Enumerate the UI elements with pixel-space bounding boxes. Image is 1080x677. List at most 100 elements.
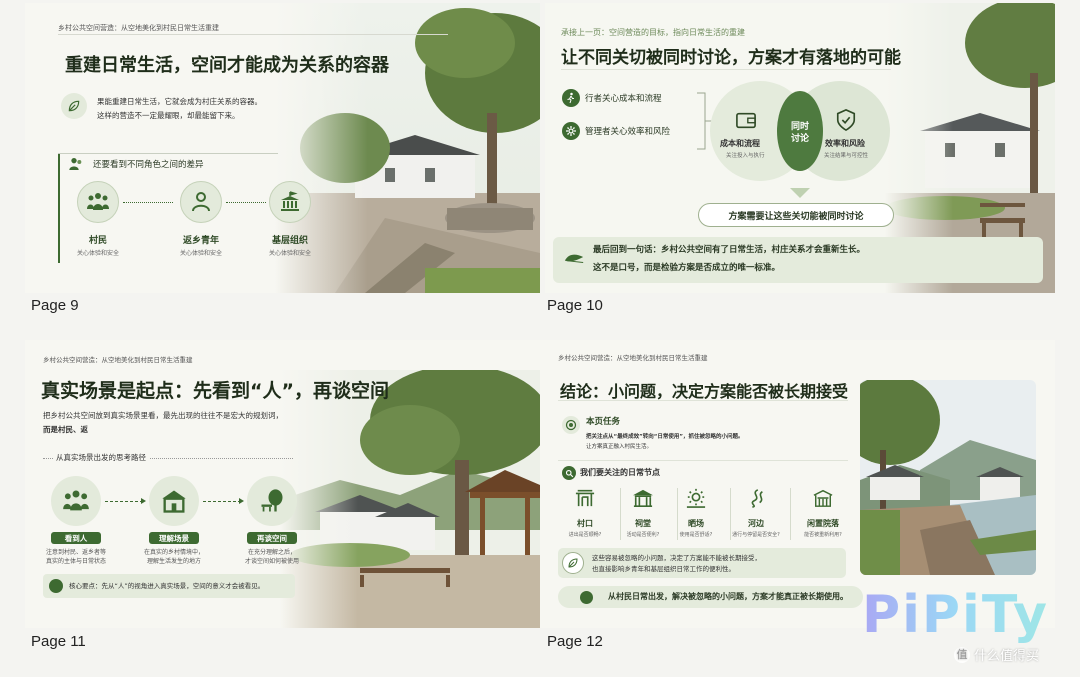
site-logo-icon: 值 — [954, 646, 970, 663]
arrow-connector — [203, 501, 241, 502]
step-desc: 在真实的乡村情境中， 理解生活发生的地方 — [135, 548, 213, 566]
search-icon — [562, 466, 576, 480]
divider — [58, 153, 278, 154]
role-name: 村民 — [88, 236, 107, 246]
task-line-2: 让方案真正融入村民生活。 — [586, 444, 653, 450]
venn-left-sub: 关注投入与执行 — [726, 153, 765, 159]
conclusion-text: 方案需要让这些关切能被同时讨论 — [728, 211, 864, 222]
node-desc: 通行与停留是否安全? — [732, 532, 780, 538]
wallet-icon — [736, 112, 756, 129]
site-watermark: 值 什么值得买 — [954, 645, 1039, 664]
node-name: 祠堂 — [635, 519, 651, 528]
node-name: 河边 — [748, 519, 764, 528]
kicker-text: 承接上一页：空间营造的目标，指向日常生活的重建 — [561, 28, 745, 37]
node-name: 晒场 — [688, 519, 704, 528]
task-title: 本页任务 — [586, 417, 621, 427]
venn-right-sub: 关注结果与可控性 — [824, 153, 869, 159]
step-label: 看到人 — [51, 532, 101, 544]
divider — [561, 69, 891, 70]
page-label: Page 9 — [31, 297, 79, 314]
chevron-down-icon — [790, 188, 810, 198]
leaf-icon — [68, 100, 80, 112]
role-name: 基层组织 — [271, 236, 308, 246]
page-title: 让不同关切被同时讨论，方案才有落地的可能 — [561, 48, 901, 68]
venn-center-line: 讨论 — [790, 134, 809, 144]
step-label: 理解场景 — [149, 532, 199, 544]
intro-line-2: 而是村民、返 — [43, 425, 88, 434]
arrow-head-icon — [239, 498, 244, 504]
step-desc-line: 在真实的乡村情境中， — [143, 549, 204, 556]
connector — [123, 202, 173, 203]
node-desc: 能否被重新利用? — [804, 532, 842, 538]
venn-right-title: 效率和风险 — [825, 139, 865, 148]
slide-page-10[interactable]: 承接上一页：空间营造的目标，指向日常生活的重建 让不同关切被同时讨论，方案才有落… — [545, 3, 1055, 293]
page-label: Page 11 — [31, 633, 86, 650]
intro-line-1: 把乡村公共空间放到真实场景里看，最先出现的往往不是宏大的规划词， — [43, 411, 283, 420]
bottom-line-2: 这不是口号，而是检验方案是否成立的唯一标准。 — [593, 263, 781, 273]
slide-page-9[interactable]: 乡村公共空间营造：从空地美化到村民日常生活重建 重建日常生活，空间才能成为关系的… — [25, 3, 540, 293]
step-circle-see-people — [51, 476, 101, 526]
page-label: Page 10 — [547, 297, 603, 314]
node-desc: 使用是否舒适? — [679, 532, 713, 538]
intro-line-2: 这样的营造不一定最耀眼，却最能留下来。 — [97, 111, 240, 120]
node-name: 村口 — [577, 519, 593, 528]
river-icon — [751, 489, 763, 508]
node-desc: 进出是否顺畅? — [568, 532, 602, 538]
step-circle-discuss-space — [247, 476, 297, 526]
slide-page-11[interactable]: 乡村公共空间营造：从空地美化到村民日常生活重建 真实场景是起点：先看到“人”，再… — [25, 340, 540, 628]
group-icon — [87, 193, 109, 210]
nodes-title: 我们要关注的日常节点 — [580, 468, 660, 477]
page-title: 重建日常生活，空间才能成为关系的容器 — [65, 55, 389, 76]
gate-icon — [575, 489, 595, 507]
role-circle-organization — [269, 181, 311, 223]
step-desc: 在充分理解之后， 才谈空间如何被使用 — [233, 548, 311, 566]
bullet-dot-icon — [49, 579, 63, 593]
kicker-text: 乡村公共空间营造：从空地美化到村民日常生活重建 — [558, 354, 708, 362]
page-title: 结论：小问题，决定方案能否被长期接受 — [560, 382, 849, 401]
section-bar — [58, 153, 60, 263]
role-name: 返乡青年 — [182, 236, 219, 246]
role-desc: 关心体验和安全 — [76, 250, 119, 257]
tree-icon — [261, 489, 283, 512]
node-desc: 活动是否便利? — [626, 532, 660, 538]
site-name: 什么值得买 — [974, 649, 1040, 664]
shield-check-icon — [836, 109, 856, 132]
bottom-line-1: 最后回到一句话：乡村公共空间有了日常生活，村庄关系才会重新生长。 — [593, 245, 866, 255]
courtyard-icon — [813, 489, 833, 507]
concern-item: 管理者关心效率和风险 — [585, 127, 671, 137]
step-desc-line: 真实的主体与日常状态 — [45, 558, 106, 565]
step-circle-understand-scene — [149, 476, 199, 526]
kicker-text: 乡村公共空间营造：从空地美化到村民日常生活重建 — [43, 356, 193, 364]
target-icon — [562, 416, 580, 434]
info-line-2: 也直接影响乡青年和基层组织日常工作的便利性。 — [592, 565, 735, 573]
leaf-icon — [568, 558, 578, 568]
sun-icon — [686, 488, 706, 508]
concern-item: 行者关心成本和流程 — [585, 94, 662, 104]
path-label: 从真实场景出发的思考路径 — [53, 452, 149, 464]
temple-icon — [633, 489, 653, 507]
step-desc-line: 才谈空间如何被使用 — [244, 558, 299, 565]
role-circle-youth — [180, 181, 222, 223]
arrow-head-icon — [141, 498, 146, 504]
village-river-image — [860, 380, 1036, 575]
intro-line-1: 果能重建日常生活，它就会成为村庄关系的容器。 — [97, 97, 262, 106]
village-scene-image — [280, 370, 540, 628]
page-title: 真实场景是起点：先看到“人”，再谈空间 — [41, 380, 389, 402]
person-icon — [192, 192, 210, 212]
venn-left-title: 成本和流程 — [720, 139, 760, 148]
role-circle-villager — [77, 181, 119, 223]
divider — [558, 400, 848, 401]
kicker-text: 乡村公共空间营造：从空地美化到村民日常生活重建 — [58, 24, 219, 32]
connector — [226, 202, 266, 203]
step-desc-line: 注意到村民、返乡者等 — [45, 549, 106, 556]
step-desc-line: 在充分理解之后， — [247, 549, 296, 556]
step-desc: 注意到村民、返乡者等 真实的主体与日常状态 — [37, 548, 115, 566]
bottom-text: 从村民日常出发，解决被忽略的小问题，方案才能真正被长期使用。 — [608, 592, 848, 601]
conclusion-box: 方案需要让这些关切能被同时讨论 — [698, 203, 894, 227]
core-point-text: 核心要点：先从“人”的视角进入真实场景，空间的意义才会被看见。 — [69, 582, 265, 590]
sprout-icon — [564, 254, 584, 263]
divider — [558, 460, 848, 461]
step-desc-line: 理解生活发生的地方 — [146, 558, 201, 565]
leaf-badge — [61, 93, 87, 119]
house-icon — [162, 490, 186, 513]
